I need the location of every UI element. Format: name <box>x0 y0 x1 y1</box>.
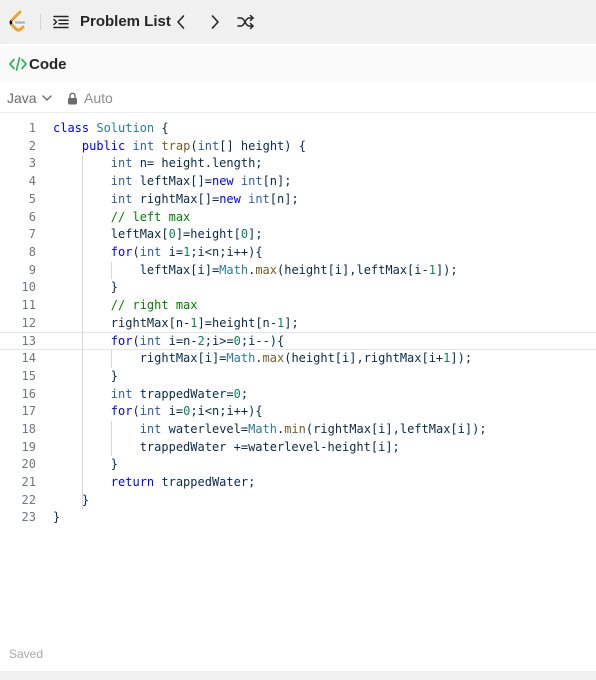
line-number: 15 <box>21 368 36 383</box>
code-line[interactable]: 9 leftMax[i]=Math.max(height[i],leftMax[… <box>0 262 596 280</box>
line-number: 16 <box>21 386 36 401</box>
line-number: 13 <box>21 334 36 349</box>
code-text: // right max <box>53 298 198 312</box>
code-line[interactable]: 8 for(int i=1;i<n;i++){ <box>0 244 596 262</box>
code-line[interactable]: 14 rightMax[i]=Math.max(height[i],rightM… <box>0 350 596 368</box>
prev-problem-button[interactable] <box>171 12 191 32</box>
code-line[interactable]: 17 for(int i=0;i<n;i++){ <box>0 403 596 421</box>
code-text: } <box>53 510 61 525</box>
line-number: 3 <box>28 156 36 171</box>
code-text: trappedWater +=waterlevel-height[i]; <box>53 439 400 454</box>
code-text: return trappedWater; <box>110 475 256 489</box>
editor-toolbar: Java Auto <box>0 82 596 113</box>
code-line[interactable]: 2 public int trap(int[] height) { <box>0 138 596 156</box>
code-text: } <box>53 280 119 295</box>
code-text: public int trap(int[] height) { <box>81 138 306 153</box>
code-text: int leftMax[]=new int[n]; <box>110 174 292 189</box>
code-line[interactable]: 19 trappedWater +=waterlevel-height[i]; <box>0 439 596 457</box>
code-line[interactable]: 18 int waterlevel=Math.min(rightMax[i],l… <box>0 421 596 439</box>
code-text: int waterlevel=Math.min(rightMax[i],left… <box>139 421 487 436</box>
code-line[interactable]: 22 } <box>0 492 596 510</box>
line-number: 4 <box>28 174 36 189</box>
line-number: 21 <box>21 475 36 489</box>
code-text: rightMax[n-1]=height[n-1]; <box>53 315 299 330</box>
code-line[interactable]: 21 return trappedWater; <box>0 474 596 492</box>
problem-list-link[interactable]: Problem List <box>80 13 171 30</box>
code-line[interactable]: 3 int n= height.length; <box>0 155 596 173</box>
code-text: // left max <box>53 209 191 224</box>
code-line[interactable]: 23} <box>0 509 596 527</box>
line-number: 8 <box>28 244 36 259</box>
line-number: 9 <box>28 262 36 277</box>
code-panel-header: Code <box>0 46 596 82</box>
line-number: 18 <box>21 421 36 436</box>
nav-divider <box>40 14 41 30</box>
code-line[interactable]: 16 int trappedWater=0; <box>0 386 596 404</box>
indent-guide <box>81 155 83 510</box>
line-number: 23 <box>21 510 36 525</box>
code-line[interactable]: 11 // right max <box>0 297 596 315</box>
chevron-right-icon <box>211 15 219 29</box>
line-number: 14 <box>21 351 36 366</box>
next-problem-button[interactable] <box>205 12 225 32</box>
code-brackets-icon <box>9 56 27 72</box>
chevron-down-icon <box>41 95 52 101</box>
code-text: } <box>53 368 119 383</box>
indent-guide <box>110 350 112 368</box>
line-number: 6 <box>28 209 36 224</box>
shuffle-icon <box>237 14 254 30</box>
language-label: Java <box>7 90 37 106</box>
leetcode-logo-icon[interactable] <box>8 10 28 34</box>
line-number: 11 <box>21 298 36 312</box>
line-number: 17 <box>21 404 36 419</box>
indent-guide <box>110 420 112 457</box>
line-number: 22 <box>21 492 36 507</box>
problem-list-icon[interactable] <box>53 14 69 30</box>
line-number: 19 <box>21 439 36 454</box>
random-problem-button[interactable] <box>236 12 256 32</box>
code-line[interactable]: 15 } <box>0 368 596 386</box>
line-number: 5 <box>28 191 36 206</box>
indent-guide <box>110 261 112 280</box>
code-line[interactable]: 13 for(int i=n-2;i>=0;i--){ <box>0 332 596 351</box>
auto-complete-toggle[interactable]: Auto <box>67 90 113 106</box>
line-number: 10 <box>21 280 36 295</box>
top-nav-bar: Problem List <box>0 0 596 44</box>
code-text: rightMax[i]=Math.max(height[i],rightMax[… <box>53 351 473 366</box>
code-line[interactable]: 20 } <box>0 456 596 474</box>
line-number: 1 <box>28 121 36 135</box>
code-text: class Solution { <box>53 121 169 135</box>
code-text: int rightMax[]=new int[n]; <box>110 191 299 206</box>
code-line[interactable]: 6 // left max <box>0 209 596 227</box>
line-number: 20 <box>21 457 36 472</box>
auto-label: Auto <box>84 90 113 106</box>
code-line[interactable]: 10 } <box>0 279 596 297</box>
code-panel: Code Java Auto 1 class Solution { 2 public… <box>0 46 596 680</box>
code-text: for(int i=0;i<n;i++){ <box>110 404 263 419</box>
lock-icon <box>68 92 77 104</box>
code-line[interactable]: 12 rightMax[n-1]=height[n-1]; <box>0 315 596 333</box>
code-line[interactable]: 1 class Solution { <box>0 120 596 138</box>
code-text: } <box>53 457 119 472</box>
language-select[interactable]: Java <box>7 90 52 106</box>
code-text: leftMax[0]=height[0]; <box>53 227 263 242</box>
code-line[interactable]: 7 leftMax[0]=height[0]; <box>0 226 596 244</box>
line-number: 2 <box>28 138 36 153</box>
line-number: 7 <box>28 227 36 242</box>
code-text: int n= height.length; <box>110 156 263 171</box>
line-number: 12 <box>21 315 36 330</box>
code-editor[interactable]: 1 class Solution { 2 public int trap(int[]… <box>0 120 596 580</box>
panel-title: Code <box>29 56 67 73</box>
save-status: Saved <box>9 647 44 661</box>
code-text: for(int i=1;i<n;i++){ <box>110 244 263 259</box>
code-text: } <box>53 492 90 507</box>
chevron-left-icon <box>177 15 185 29</box>
code-text: for(int i=n-2;i>=0;i--){ <box>110 334 285 349</box>
bottom-strip <box>0 671 596 680</box>
code-line[interactable]: 5 int rightMax[]=new int[n]; <box>0 191 596 209</box>
code-line[interactable]: 4 int leftMax[]=new int[n]; <box>0 173 596 191</box>
code-text: leftMax[i]=Math.max(height[i],leftMax[i-… <box>53 262 458 277</box>
